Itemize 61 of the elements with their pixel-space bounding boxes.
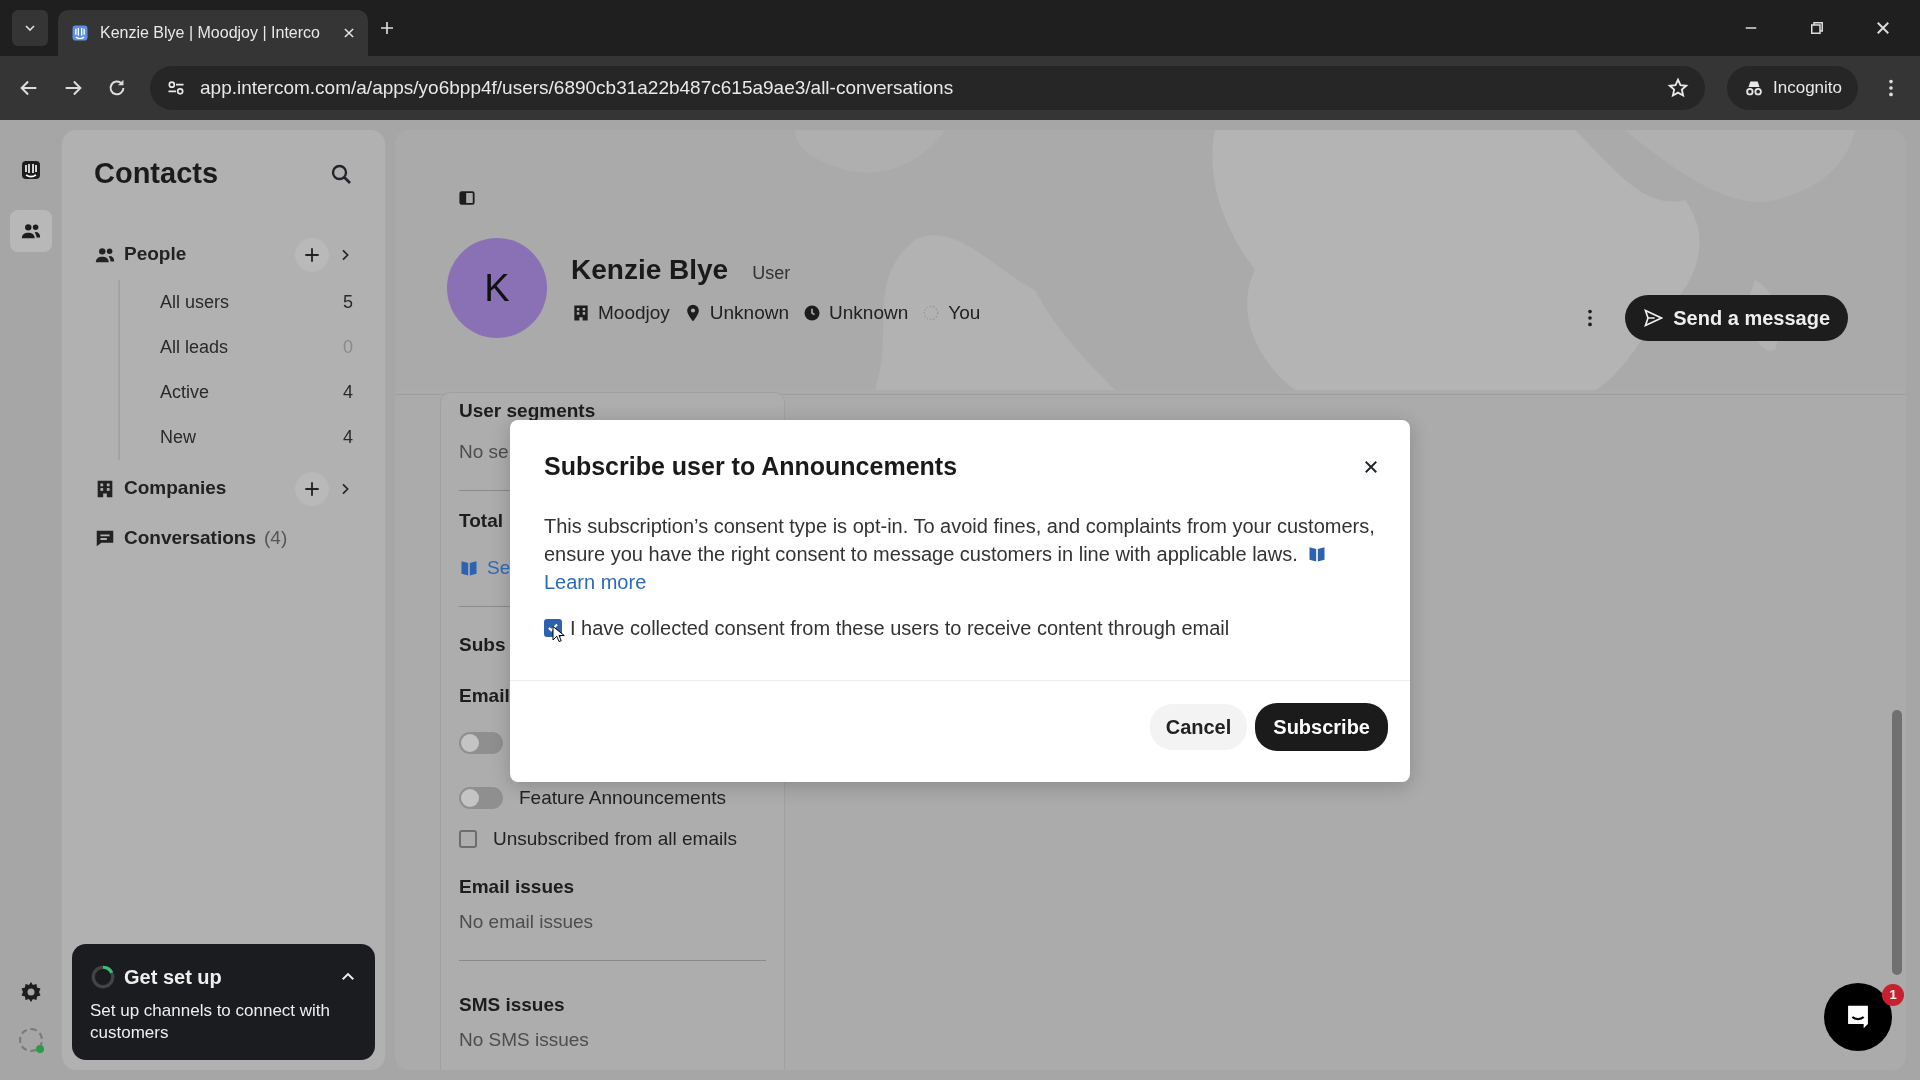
sidebar-item[interactable]: Active [160, 378, 210, 406]
section-heading: Email [459, 683, 510, 708]
segments-value: No se [459, 439, 509, 464]
section-heading: User segments [459, 399, 596, 423]
issues-value: No SMS issues [459, 1027, 589, 1052]
app-logo-icon [70, 23, 90, 43]
section-count: (4) [264, 526, 288, 551]
add-button[interactable] [295, 237, 329, 272]
send-message-button[interactable]: Send a message [1625, 295, 1848, 341]
setup-title: Get set up [124, 965, 223, 990]
section-heading: SMS issues [459, 993, 565, 1017]
subscribe-button[interactable]: Subscribe [1255, 702, 1388, 751]
meta-text: Unknown [709, 300, 790, 325]
sidebar-title: Contacts [94, 156, 219, 191]
toggle-label: Feature Announcements [519, 786, 727, 810]
sidebar-section-link[interactable]: People [124, 240, 187, 269]
checkbox-label: Unsubscribed from all emails [493, 826, 737, 851]
modal-title: Subscribe user to Announcements [544, 451, 958, 482]
send-icon [1643, 308, 1664, 328]
cancel-button[interactable]: Cancel [1149, 703, 1248, 750]
incognito-button[interactable]: Incognito [1727, 66, 1858, 110]
toggle-switch[interactable] [459, 787, 503, 810]
item-count: 4 [343, 425, 353, 449]
settings-icon[interactable] [19, 980, 43, 1004]
section-heading: Subs [459, 633, 506, 657]
meta-text: Unknown [829, 300, 909, 325]
site-settings-icon[interactable] [166, 78, 186, 98]
sidebar-item[interactable]: All leads [160, 333, 229, 361]
setup-card[interactable]: Get set up Set up channels to connect with customers [72, 944, 375, 1060]
learn-more-link[interactable]: Learn more [544, 570, 647, 593]
progress-ring-icon [90, 964, 116, 990]
item-count: 4 [343, 380, 353, 404]
setup-text: Set up channels to connect with customers [90, 1000, 332, 1044]
contacts-nav-button[interactable] [10, 210, 52, 252]
app-logo-icon[interactable] [19, 158, 43, 182]
add-button[interactable] [295, 471, 329, 506]
star-icon[interactable] [1667, 77, 1689, 99]
meta-text: You [948, 300, 981, 325]
item-count: 5 [343, 290, 353, 314]
restore-icon[interactable] [1808, 19, 1826, 37]
sidebar-toggle-button[interactable] [457, 188, 477, 208]
meta-text: Moodjoy [598, 300, 670, 325]
scrollbar-thumb[interactable] [1892, 710, 1902, 975]
modal-body-text: This subscription’s consent type is opt-in. To avoid fines, and complaints from your customers, ensure you have the right consent to message customers in line with applicable laws. Learn more [543, 513, 1376, 595]
section-heading: Total [459, 509, 503, 533]
sidebar-section-link[interactable]: Conversations [124, 524, 256, 553]
close-icon[interactable] [342, 26, 356, 40]
online-dot [36, 1045, 44, 1053]
section-heading: Email issues [459, 875, 575, 899]
sidebar-item[interactable]: All users [160, 288, 230, 316]
checkbox-label: I have collected consent from these users to receive content through email [570, 615, 1230, 641]
issues-value: No email issues [459, 909, 594, 934]
close-icon[interactable] [1874, 19, 1892, 37]
sidebar-section-link[interactable]: Companies [124, 474, 227, 503]
role-label: User [752, 261, 791, 285]
contact-name: Kenzie Blye [571, 252, 729, 287]
panel-icon [457, 188, 477, 208]
toggle-switch[interactable] [459, 732, 503, 754]
checkbox[interactable] [459, 829, 477, 848]
sidebar-item[interactable]: New [160, 423, 196, 451]
plus-icon[interactable] [378, 19, 396, 37]
